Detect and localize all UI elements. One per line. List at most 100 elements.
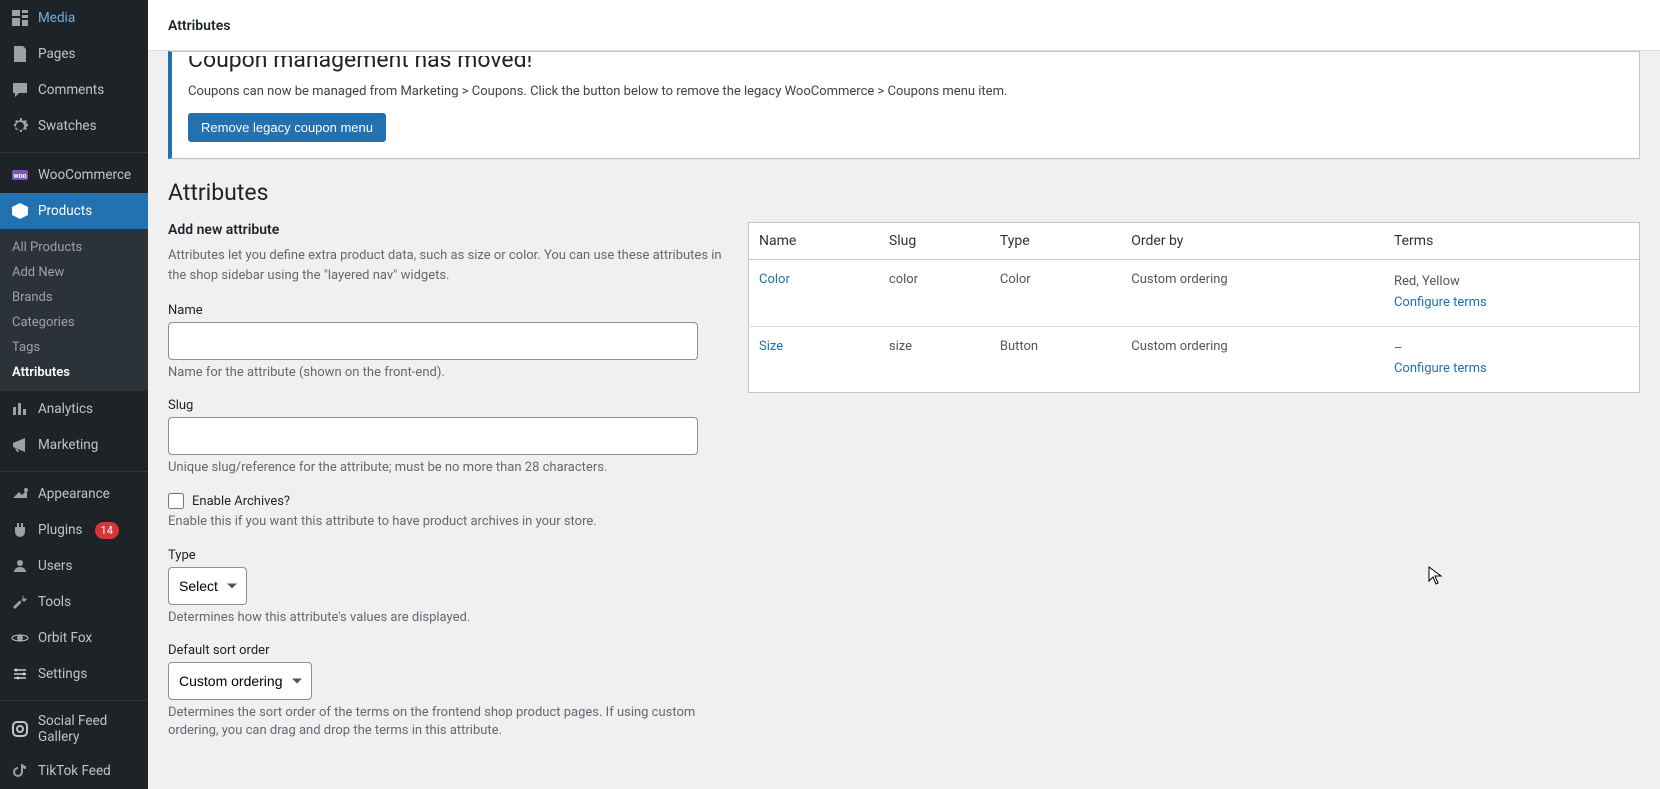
plugins-icon xyxy=(10,520,30,540)
submenu-brands[interactable]: Brands xyxy=(0,285,148,310)
users-icon xyxy=(10,556,30,576)
menu-settings[interactable]: Settings xyxy=(0,656,148,692)
attribute-name-link[interactable]: Size xyxy=(759,339,783,354)
submenu-all-products[interactable]: All Products xyxy=(0,235,148,260)
menu-users[interactable]: Users xyxy=(0,548,148,584)
menu-label: Settings xyxy=(38,666,87,682)
slug-input[interactable] xyxy=(168,417,698,455)
cell-type: Color xyxy=(990,260,1121,327)
enable-archives-checkbox[interactable] xyxy=(168,493,184,509)
menu-analytics[interactable]: Analytics xyxy=(0,391,148,427)
woo-icon: woo xyxy=(10,165,30,185)
menu-social-feed[interactable]: Social Feed Gallery xyxy=(0,705,148,753)
type-select[interactable]: Select xyxy=(168,567,247,605)
topbar: Attributes xyxy=(148,0,1660,51)
menu-pages[interactable]: Pages xyxy=(0,36,148,72)
attribute-name-link[interactable]: Color xyxy=(759,272,790,287)
menu-label: Swatches xyxy=(38,118,97,134)
table-row: Color color Color Custom ordering Red, Y… xyxy=(749,260,1640,327)
table-row: Size size Button Custom ordering – Confi… xyxy=(749,326,1640,393)
marketing-icon xyxy=(10,435,30,455)
submenu-attributes[interactable]: Attributes xyxy=(0,360,148,385)
menu-label: Media xyxy=(38,10,75,26)
menu-label: Pages xyxy=(38,46,76,62)
sort-label: Default sort order xyxy=(168,643,728,658)
cell-slug: size xyxy=(879,326,990,393)
menu-label: Marketing xyxy=(38,437,98,453)
type-label: Type xyxy=(168,548,728,563)
th-type: Type xyxy=(990,223,1121,260)
notice-text: Coupons can now be managed from Marketin… xyxy=(188,84,1623,99)
archives-label: Enable Archives? xyxy=(192,494,290,509)
th-slug: Slug xyxy=(879,223,990,260)
form-description: Attributes let you define extra product … xyxy=(168,246,728,285)
tools-icon xyxy=(10,592,30,612)
menu-tools[interactable]: Tools xyxy=(0,584,148,620)
menu-separator xyxy=(0,467,148,472)
comment-icon xyxy=(10,80,30,100)
menu-tiktok[interactable]: TikTok Feed xyxy=(0,753,148,789)
menu-label: WooCommerce xyxy=(38,167,131,183)
settings-icon xyxy=(10,664,30,684)
sort-help: Determines the sort order of the terms o… xyxy=(168,704,698,740)
menu-label: Analytics xyxy=(38,401,93,417)
page-heading: Attributes xyxy=(168,179,1640,206)
main-content: Attributes Coupon management has moved! … xyxy=(148,0,1660,789)
social-icon xyxy=(10,719,30,739)
cell-slug: color xyxy=(879,260,990,327)
cell-terms: – Configure terms xyxy=(1384,326,1640,393)
menu-marketing[interactable]: Marketing xyxy=(0,427,148,463)
menu-plugins[interactable]: Plugins 14 xyxy=(0,512,148,548)
menu-comments[interactable]: Comments xyxy=(0,72,148,108)
menu-label: Tools xyxy=(38,594,71,610)
submenu-add-new[interactable]: Add New xyxy=(0,260,148,285)
cell-terms: Red, Yellow Configure terms xyxy=(1384,260,1640,327)
menu-orbit-fox[interactable]: Orbit Fox xyxy=(0,620,148,656)
type-help: Determines how this attribute's values a… xyxy=(168,609,728,627)
svg-text:woo: woo xyxy=(13,172,26,180)
menu-label: Appearance xyxy=(38,486,110,502)
menu-label: Users xyxy=(38,558,72,574)
menu-separator xyxy=(0,148,148,153)
menu-label: Plugins xyxy=(38,522,83,538)
analytics-icon xyxy=(10,399,30,419)
plugins-badge: 14 xyxy=(95,522,119,539)
menu-woocommerce[interactable]: woo WooCommerce xyxy=(0,157,148,193)
configure-terms-link[interactable]: Configure terms xyxy=(1394,361,1487,376)
products-icon xyxy=(10,201,30,221)
cell-order-by: Custom ordering xyxy=(1121,326,1384,393)
orbit-icon xyxy=(10,628,30,648)
submenu-tags[interactable]: Tags xyxy=(0,335,148,360)
remove-legacy-coupon-button[interactable]: Remove legacy coupon menu xyxy=(188,113,386,142)
slug-help: Unique slug/reference for the attribute;… xyxy=(168,459,728,477)
tiktok-icon xyxy=(10,761,30,781)
th-terms: Terms xyxy=(1384,223,1640,260)
menu-label: TikTok Feed xyxy=(38,763,111,779)
th-order-by: Order by xyxy=(1121,223,1384,260)
archives-help: Enable this if you want this attribute t… xyxy=(168,513,728,531)
name-label: Name xyxy=(168,303,728,318)
gear-icon xyxy=(10,116,30,136)
menu-swatches[interactable]: Swatches xyxy=(0,108,148,144)
menu-label: Orbit Fox xyxy=(38,630,92,646)
menu-media[interactable]: Media xyxy=(0,0,148,36)
menu-products[interactable]: Products xyxy=(0,193,148,229)
name-input[interactable] xyxy=(168,322,698,360)
submenu-categories[interactable]: Categories xyxy=(0,310,148,335)
products-submenu: All Products Add New Brands Categories T… xyxy=(0,229,148,391)
configure-terms-link[interactable]: Configure terms xyxy=(1394,295,1487,310)
admin-sidebar: Media Pages Comments Swatches woo WooCom… xyxy=(0,0,148,789)
cell-type: Button xyxy=(990,326,1121,393)
terms-text: – xyxy=(1394,341,1403,356)
sort-select[interactable]: Custom ordering xyxy=(168,662,312,700)
media-icon xyxy=(10,8,30,28)
menu-appearance[interactable]: Appearance xyxy=(0,476,148,512)
notice-title: Coupon management has moved! xyxy=(188,56,1623,78)
appearance-icon xyxy=(10,484,30,504)
notice-banner: Coupon management has moved! Coupons can… xyxy=(168,51,1640,159)
form-title: Add new attribute xyxy=(168,222,728,238)
th-name: Name xyxy=(749,223,879,260)
menu-label: Social Feed Gallery xyxy=(38,713,138,745)
name-help: Name for the attribute (shown on the fro… xyxy=(168,364,728,382)
attributes-table-wrap: Name Slug Type Order by Terms Color colo… xyxy=(748,222,1640,393)
